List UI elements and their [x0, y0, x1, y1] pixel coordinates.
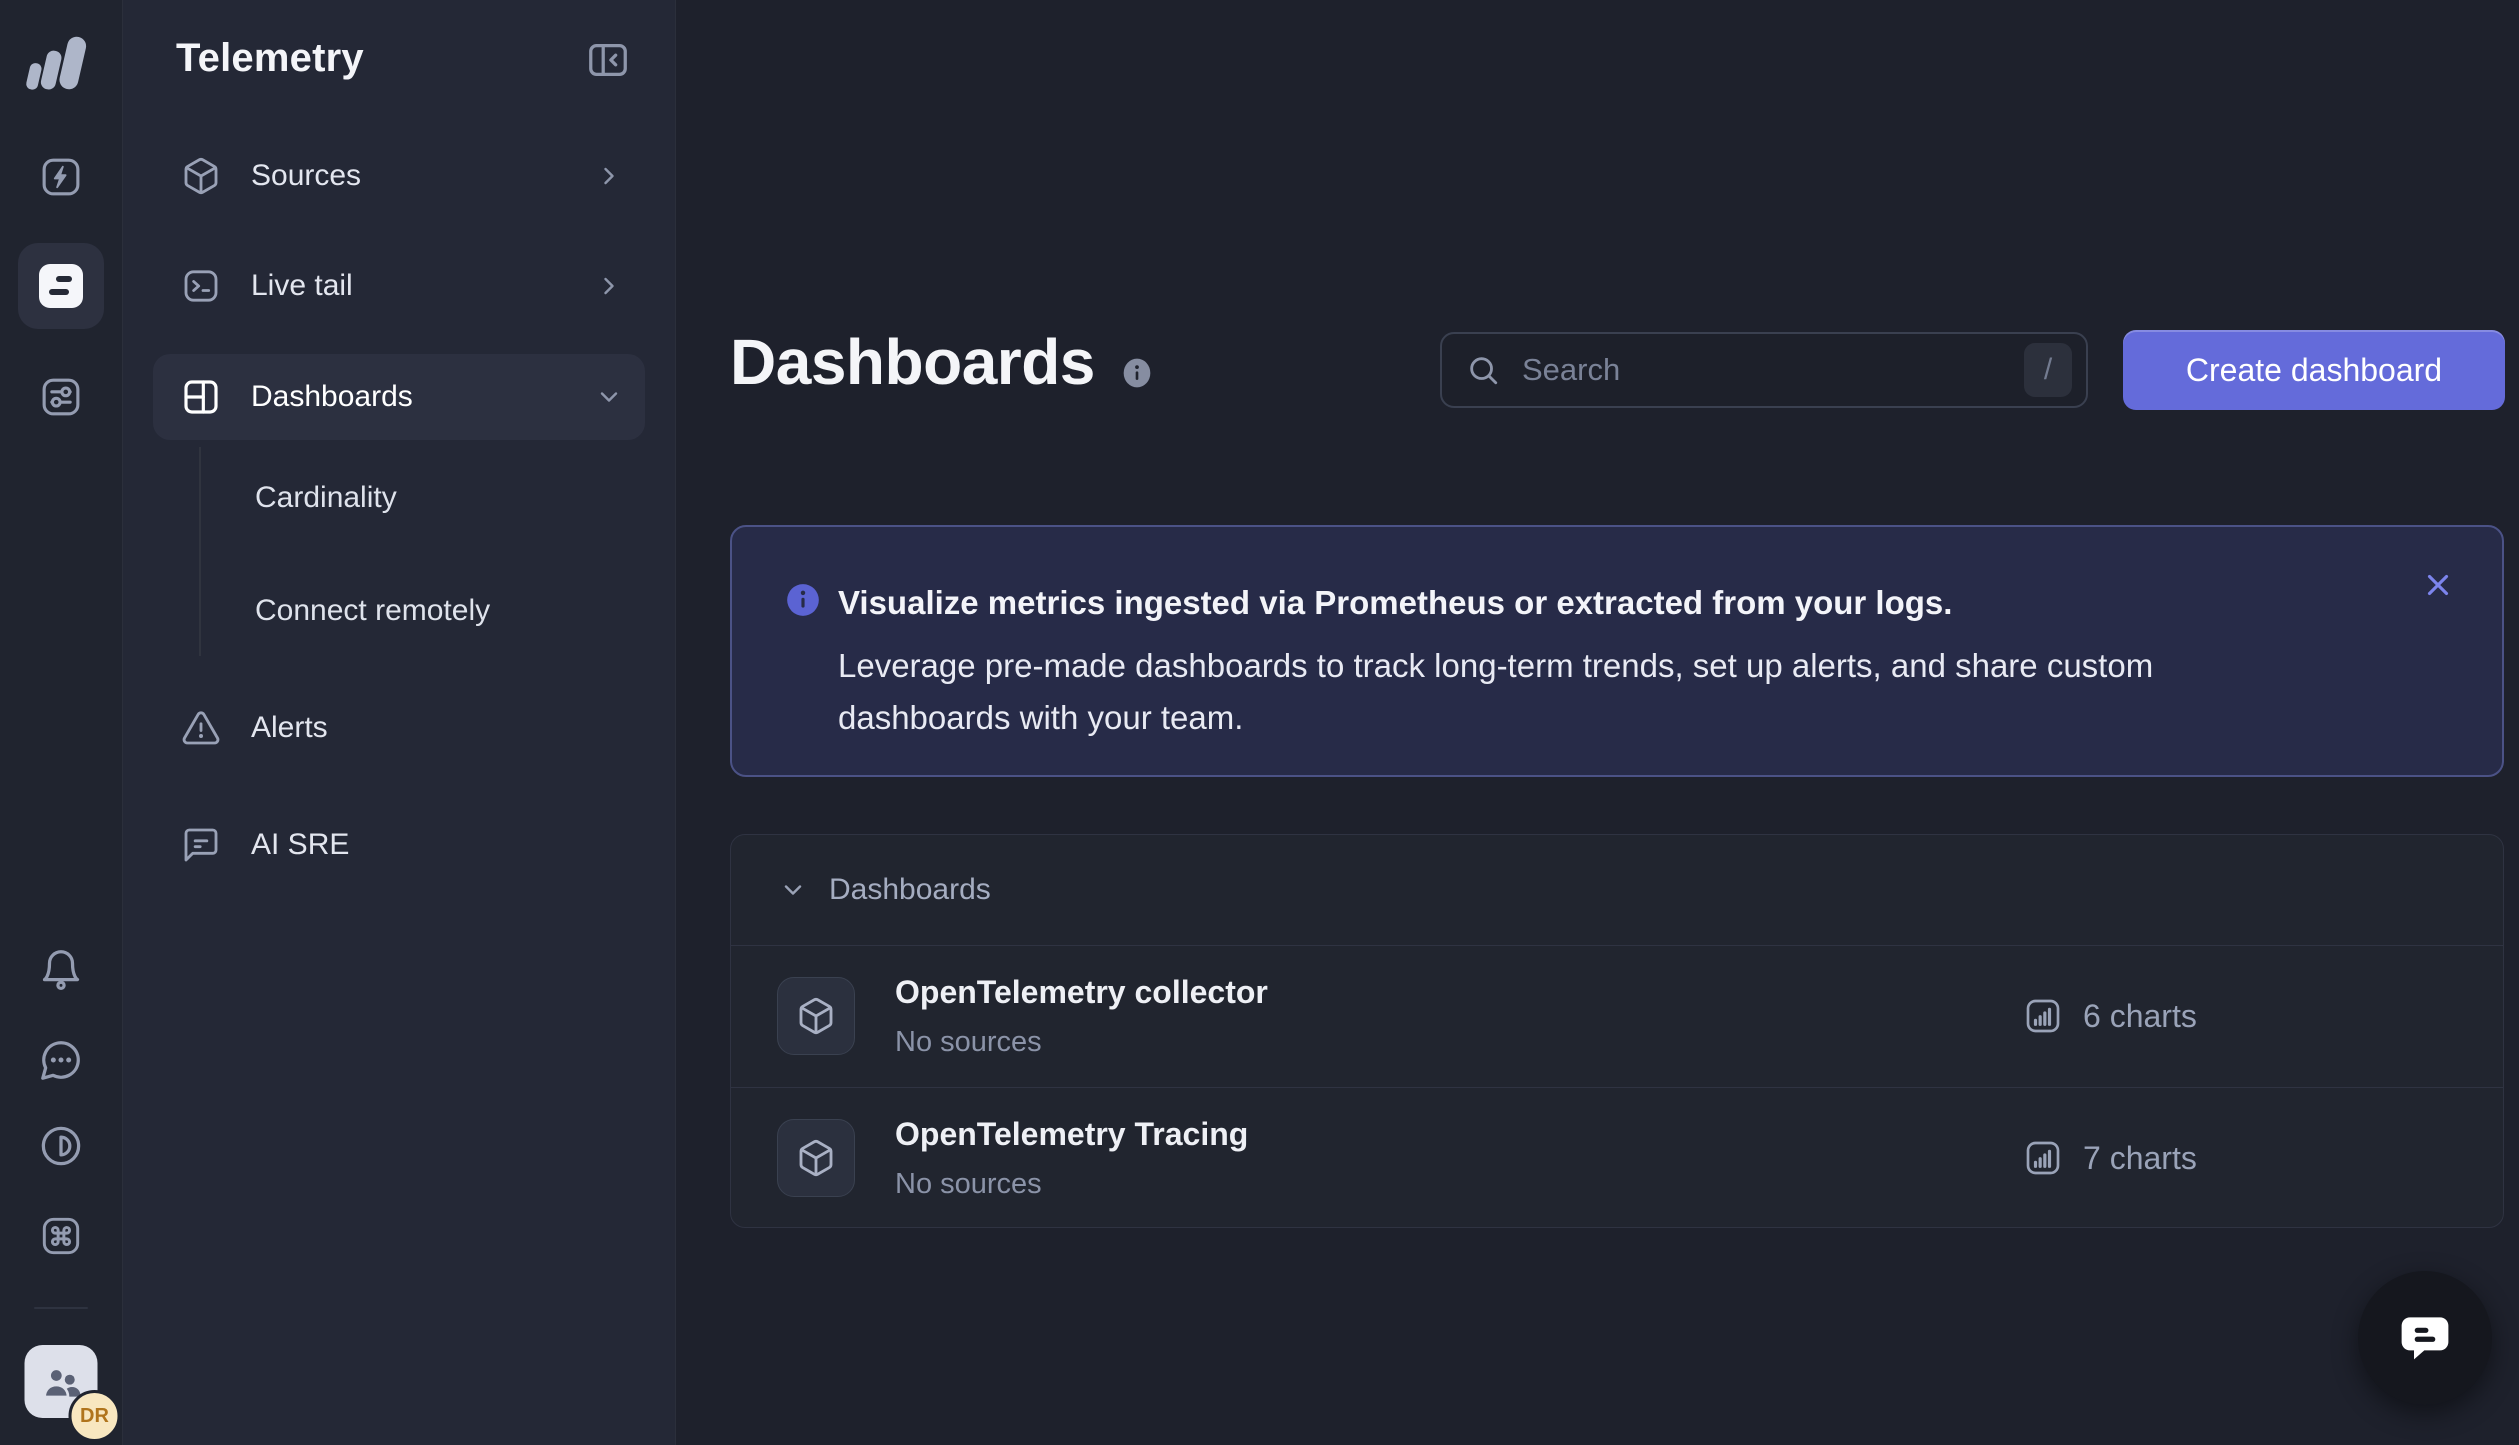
sidebar-subitem-label: Connect remotely — [255, 594, 490, 628]
chat-widget-button[interactable] — [2358, 1271, 2492, 1405]
theme-contrast-rail-item[interactable] — [33, 1118, 89, 1174]
chat-dots-icon — [38, 1037, 84, 1083]
sidebar-item-label: Sources — [251, 159, 361, 193]
charts-count: 6 charts — [2023, 996, 2197, 1036]
panel-collapse-icon — [585, 37, 631, 83]
chevron-right-icon — [595, 272, 623, 300]
telemetry-logs-icon — [39, 264, 83, 308]
sidebar-item-live-tail[interactable]: Live tail — [153, 243, 645, 329]
charts-count-label: 6 charts — [2083, 998, 2197, 1035]
user-initials-badge[interactable]: DR — [69, 1390, 121, 1442]
row-text: OpenTelemetry Tracing No sources — [895, 1116, 1248, 1201]
notifications-rail-item[interactable] — [33, 942, 89, 998]
settings-rail-item[interactable] — [33, 369, 89, 425]
sidebar-item-label: Live tail — [251, 269, 353, 303]
search-box[interactable]: / — [1440, 332, 2088, 408]
collapse-sidebar-button[interactable] — [585, 37, 631, 83]
chevron-right-icon — [595, 162, 623, 190]
sidebar-title: Telemetry — [176, 36, 364, 81]
dashboard-row[interactable]: OpenTelemetry Tracing No sources 7 chart… — [731, 1087, 2503, 1229]
banner-title: Visualize metrics ingested via Prometheu… — [838, 583, 1952, 623]
sidebar-item-dashboards[interactable]: Dashboards — [153, 354, 645, 440]
chevron-down-icon — [779, 876, 807, 904]
info-icon[interactable] — [1121, 356, 1153, 390]
app-root: DR Telemetry Sources — [0, 0, 2519, 1445]
dashboard-subtitle: No sources — [895, 1168, 1248, 1201]
search-input[interactable] — [1520, 351, 2024, 389]
sidebar-item-ai-sre[interactable]: AI SRE — [153, 802, 645, 888]
alert-triangle-icon — [181, 708, 221, 748]
lightning-icon — [39, 155, 83, 199]
page-title-row: Dashboards — [730, 330, 1153, 394]
message-square-icon — [181, 825, 221, 865]
contrast-icon — [38, 1123, 84, 1169]
sidebar-item-label: Dashboards — [251, 380, 413, 414]
brand-logo-icon[interactable] — [23, 30, 99, 96]
chevron-down-icon — [595, 383, 623, 411]
sidebar: Telemetry Sources — [123, 0, 676, 1445]
sidebar-item-cardinality[interactable]: Cardinality — [153, 455, 645, 541]
slash-shortcut-badge: / — [2024, 343, 2072, 397]
cube-icon — [777, 1119, 855, 1197]
info-banner: Visualize metrics ingested via Prometheu… — [730, 525, 2504, 777]
chat-bubble-icon — [2392, 1305, 2458, 1371]
bar-chart-icon — [2023, 1138, 2063, 1178]
sidebar-item-alerts[interactable]: Alerts — [153, 685, 645, 771]
banner-body: Leverage pre-made dashboards to track lo… — [838, 640, 2308, 744]
dashboards-section-toggle[interactable]: Dashboards — [731, 835, 2503, 945]
dashboard-subtitle: No sources — [895, 1026, 1268, 1059]
row-text: OpenTelemetry collector No sources — [895, 974, 1268, 1059]
dashboard-row[interactable]: OpenTelemetry collector No sources 6 cha… — [731, 945, 2503, 1087]
rail-divider — [34, 1307, 88, 1309]
bell-icon — [38, 947, 84, 993]
close-icon[interactable] — [2420, 567, 2456, 603]
dashboard-title: OpenTelemetry Tracing — [895, 1116, 1248, 1153]
sidebar-item-label: Alerts — [251, 711, 328, 745]
dashboards-panel: Dashboards OpenTelemetry collector No so… — [730, 834, 2504, 1228]
sidebar-item-label: AI SRE — [251, 828, 349, 862]
feedback-rail-item[interactable] — [33, 1032, 89, 1088]
account-avatar[interactable]: DR — [25, 1345, 98, 1418]
main-content: Dashboards / Create dashboard — [676, 0, 2519, 1445]
section-label: Dashboards — [829, 873, 991, 907]
bar-chart-icon — [2023, 996, 2063, 1036]
command-key-icon — [39, 1214, 83, 1258]
sidebar-subitem-label: Cardinality — [255, 481, 397, 515]
sliders-icon — [39, 375, 83, 419]
dashboard-title: OpenTelemetry collector — [895, 974, 1268, 1011]
charts-count: 7 charts — [2023, 1138, 2197, 1178]
search-icon — [1466, 353, 1500, 387]
dashboard-grid-icon — [181, 377, 221, 417]
sidebar-item-sources[interactable]: Sources — [153, 133, 645, 219]
terminal-icon — [181, 266, 221, 306]
cube-icon — [181, 156, 221, 196]
pipeline-rail-item[interactable] — [33, 149, 89, 205]
sidebar-item-connect-remotely[interactable]: Connect remotely — [153, 568, 645, 654]
telemetry-rail-item-active[interactable] — [18, 243, 104, 329]
shortcuts-rail-item[interactable] — [33, 1208, 89, 1264]
page-title: Dashboards — [730, 330, 1095, 394]
charts-count-label: 7 charts — [2083, 1140, 2197, 1177]
icon-rail: DR — [0, 0, 123, 1445]
cube-icon — [777, 977, 855, 1055]
info-filled-icon — [784, 581, 822, 619]
create-dashboard-button[interactable]: Create dashboard — [2123, 330, 2505, 410]
